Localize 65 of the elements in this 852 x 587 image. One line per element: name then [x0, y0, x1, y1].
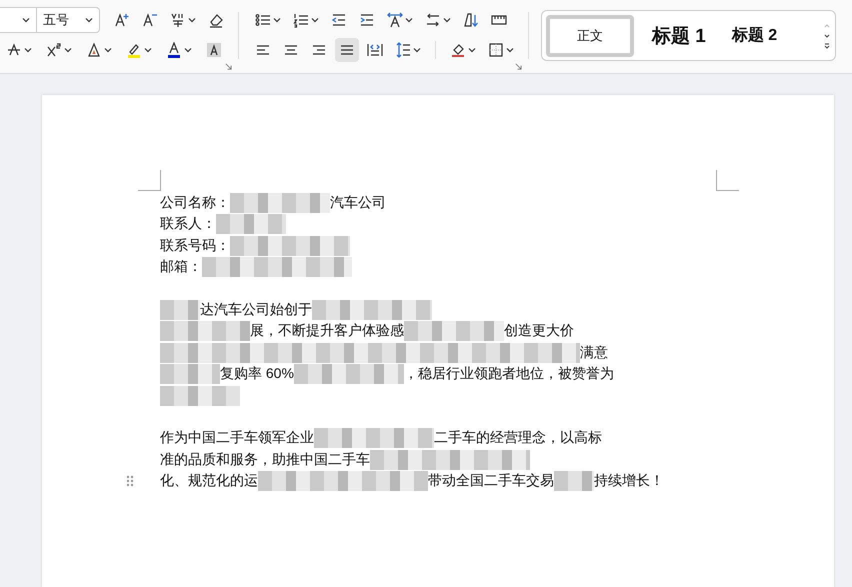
- sort-icon: [463, 12, 479, 28]
- style-option[interactable]: 正文: [546, 14, 634, 56]
- line-spacing-icon: [395, 42, 411, 58]
- document-text: 邮箱：: [160, 258, 202, 276]
- dialog-launcher-icon[interactable]: [225, 63, 232, 70]
- document-text: 公司名称：: [160, 194, 230, 212]
- caret-icon: [64, 46, 72, 54]
- caret-icon: [22, 16, 30, 24]
- text-direction-icon: [387, 12, 403, 28]
- document-text: 复购率 60%: [220, 365, 294, 384]
- expand-gallery-icon[interactable]: [823, 40, 831, 50]
- caret-icon: [85, 16, 93, 24]
- phonetic-guide-icon: [170, 12, 186, 28]
- caret-icon: [184, 46, 192, 54]
- toolbar-button[interactable]: [335, 38, 359, 62]
- caret-icon: [506, 46, 514, 54]
- swap-arrows-icon: [425, 12, 441, 28]
- caret-icon: [273, 16, 281, 24]
- caret-icon: [144, 46, 152, 54]
- document-text: ，稳居行业领跑者地位，被赞誉为: [404, 365, 614, 384]
- document-text: 展，不断提升客户体验感: [250, 322, 404, 340]
- document-text: 准的品质和服务，助推中国二手车: [160, 450, 370, 469]
- caret-icon: [405, 16, 413, 24]
- document-text: 联系人：: [160, 215, 216, 234]
- font-color-icon: [166, 42, 182, 58]
- superscript-icon: [46, 42, 62, 58]
- margin-corner-mark: [138, 170, 161, 191]
- strikethrough-icon: [6, 42, 22, 58]
- document-text: 作为中国二手车领军企业: [160, 429, 314, 448]
- caret-icon: [311, 16, 319, 24]
- dialog-launcher-icon[interactable]: [515, 63, 522, 70]
- caret-icon: [188, 16, 196, 24]
- bullet-list-icon: [255, 12, 271, 28]
- eraser-icon: [208, 12, 224, 28]
- style-option[interactable]: 标题 1: [644, 14, 714, 56]
- caret-icon: [443, 16, 451, 24]
- caret-icon: [468, 46, 476, 54]
- highlighter-icon: [126, 42, 142, 58]
- document-text: 满意: [580, 344, 608, 362]
- character-shading-icon: [206, 42, 222, 58]
- font-shrink-icon: [142, 12, 158, 28]
- font-grow-icon: [114, 12, 130, 28]
- font-size-dropdown[interactable]: 五号: [37, 8, 99, 32]
- document-text: 二手车的经营理念，以高标: [434, 429, 602, 448]
- redaction-block: [554, 471, 594, 492]
- caret-icon: [413, 46, 421, 54]
- document-text: 化、规范化的运: [160, 472, 258, 490]
- caret-icon: [104, 46, 112, 54]
- numbered-list-icon: [293, 12, 309, 28]
- indent-icon: [359, 12, 375, 28]
- caret-icon: [24, 46, 32, 54]
- border-icon: [488, 42, 504, 58]
- document-text: 汽车公司: [330, 194, 386, 212]
- document-text: 创造更大价: [504, 322, 574, 340]
- fill-bucket-icon: [450, 42, 466, 58]
- text-effect-icon: [86, 42, 102, 58]
- document-text: 联系号码：: [160, 236, 230, 255]
- distributed-icon: [367, 42, 383, 58]
- document-text: 持续增长！: [594, 472, 664, 490]
- drag-handle-icon[interactable]: [126, 474, 134, 486]
- margin-corner-mark: [716, 170, 739, 191]
- document-text: 带动全国二手车交易: [428, 472, 554, 490]
- outdent-icon: [331, 12, 347, 28]
- document-text: 达汽车公司始创于: [200, 300, 312, 319]
- style-option[interactable]: 标题 2: [724, 14, 786, 56]
